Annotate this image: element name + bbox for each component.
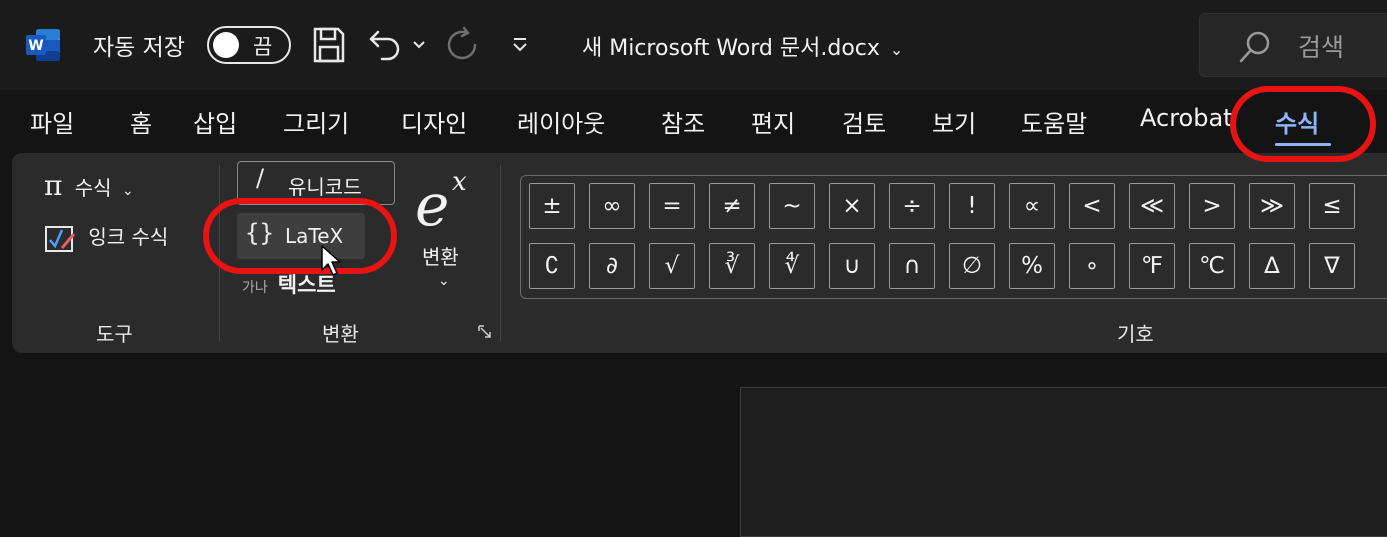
- highlight-equation-tab: [1230, 86, 1376, 162]
- symbol-button[interactable]: ≪: [1129, 183, 1175, 229]
- symbol-button[interactable]: √: [649, 243, 695, 289]
- toggle-knob: [213, 32, 239, 58]
- word-icon[interactable]: W: [24, 27, 62, 63]
- search-placeholder: 검색: [1298, 33, 1345, 62]
- autosave-toggle[interactable]: 끔: [207, 26, 291, 64]
- tab-review[interactable]: 검토: [842, 104, 886, 139]
- convert-label: 변환: [422, 245, 459, 269]
- symbol-button[interactable]: ≠: [709, 183, 755, 229]
- text-prefix: 가나: [242, 280, 268, 296]
- symbol-button[interactable]: <: [1069, 183, 1115, 229]
- symbol-button[interactable]: ∘: [1069, 243, 1115, 289]
- chevron-down-icon: ⌄: [121, 183, 134, 199]
- symbol-button[interactable]: ∇: [1309, 243, 1355, 289]
- tab-file[interactable]: 파일: [30, 104, 74, 139]
- equation-button[interactable]: π 수식 ⌄: [44, 169, 134, 202]
- dialog-launcher-icon[interactable]: [478, 325, 492, 339]
- mouse-cursor-icon: [321, 245, 341, 276]
- symbol-button[interactable]: ∞: [589, 183, 635, 229]
- symbols-group-label: 기호: [1117, 322, 1154, 346]
- symbol-button[interactable]: >: [1189, 183, 1235, 229]
- tab-acrobat[interactable]: Acrobat: [1140, 104, 1233, 132]
- autosave-state: 끔: [253, 35, 273, 59]
- symbol-button[interactable]: ∆: [1249, 243, 1295, 289]
- title-bar: W 자동 저장 끔 새 Microsoft Word 문서.docx ⌄ 검색: [0, 0, 1387, 90]
- convert-x-icon: x: [452, 167, 467, 197]
- unicode-label: 유니코드: [288, 175, 362, 199]
- symbol-button[interactable]: ∩: [889, 243, 935, 289]
- redo-icon[interactable]: [444, 26, 482, 64]
- tab-view[interactable]: 보기: [932, 104, 976, 139]
- autosave-label: 자동 저장: [93, 35, 185, 61]
- chevron-down-icon: ⌄: [889, 40, 904, 59]
- convert-e-icon: e: [415, 171, 450, 239]
- undo-dropdown-icon[interactable]: [412, 40, 426, 50]
- undo-icon[interactable]: [368, 28, 404, 62]
- convert-button[interactable]: e x 변환 ⌄: [412, 163, 482, 303]
- symbol-button[interactable]: ÷: [889, 183, 935, 229]
- tools-group-label: 도구: [96, 322, 133, 346]
- highlight-latex-button: [203, 198, 397, 274]
- pi-icon: π: [44, 169, 63, 202]
- symbol-button[interactable]: ~: [769, 183, 815, 229]
- symbol-button[interactable]: ≫: [1249, 183, 1295, 229]
- tab-home[interactable]: 홈: [130, 104, 152, 139]
- symbol-button[interactable]: %: [1009, 243, 1055, 289]
- equation-label: 수식: [74, 176, 112, 200]
- symbol-button[interactable]: ∂: [589, 243, 635, 289]
- ink-equation-label: 잉크 수식: [88, 225, 169, 249]
- tab-insert[interactable]: 삽입: [193, 104, 237, 139]
- group-separator: [500, 165, 501, 341]
- ribbon-tabs: 파일 홈 삽입 그리기 디자인 레이아웃 참조 편지 검토 보기 도움말 Acr…: [0, 98, 1387, 148]
- symbol-button[interactable]: ∁: [529, 243, 575, 289]
- chevron-down-icon: ⌄: [438, 273, 450, 289]
- customize-qat-icon[interactable]: [511, 36, 529, 52]
- slash-icon: /: [256, 164, 265, 192]
- svg-text:W: W: [28, 38, 43, 54]
- document-title-text: 새 Microsoft Word 문서.docx: [582, 36, 880, 61]
- symbol-button[interactable]: ℉: [1129, 243, 1175, 289]
- symbol-button[interactable]: ∅: [949, 243, 995, 289]
- search-icon: [1239, 31, 1270, 63]
- ink-equation-icon: [45, 225, 76, 252]
- symbol-button[interactable]: ℃: [1189, 243, 1235, 289]
- ink-equation-button[interactable]: 잉크 수식: [44, 221, 168, 254]
- conversions-group-label: 변환: [322, 322, 359, 346]
- symbol-button[interactable]: ∪: [829, 243, 875, 289]
- tab-layout[interactable]: 레이아웃: [517, 104, 605, 139]
- tab-mailings[interactable]: 편지: [751, 104, 795, 139]
- document-page[interactable]: [740, 387, 1387, 537]
- symbols-gallery: ± ∞ = ≠ ~ × ÷! ∝ < ≪ > ≫ ≤ ∁ ∂ √ ∛ ∜ ∪ ∩ ∅% ∘ ℉ ℃ ∆ ∇: [520, 175, 1387, 299]
- symbol-button[interactable]: ∜: [769, 243, 815, 289]
- tab-design[interactable]: 디자인: [401, 104, 467, 139]
- symbol-button[interactable]: =: [649, 183, 695, 229]
- tab-help[interactable]: 도움말: [1021, 104, 1087, 139]
- tab-draw[interactable]: 그리기: [283, 104, 349, 139]
- search-box[interactable]: 검색: [1199, 13, 1387, 77]
- document-title[interactable]: 새 Microsoft Word 문서.docx ⌄: [582, 30, 903, 62]
- symbol-button[interactable]: ∛: [709, 243, 755, 289]
- save-icon[interactable]: [312, 26, 346, 64]
- symbol-button[interactable]: ∝: [1009, 183, 1055, 229]
- symbol-button[interactable]: ≤: [1309, 183, 1355, 229]
- symbol-button[interactable]: !: [949, 183, 995, 229]
- symbol-button[interactable]: ×: [829, 183, 875, 229]
- tab-references[interactable]: 참조: [661, 104, 705, 139]
- symbol-button[interactable]: ±: [529, 183, 575, 229]
